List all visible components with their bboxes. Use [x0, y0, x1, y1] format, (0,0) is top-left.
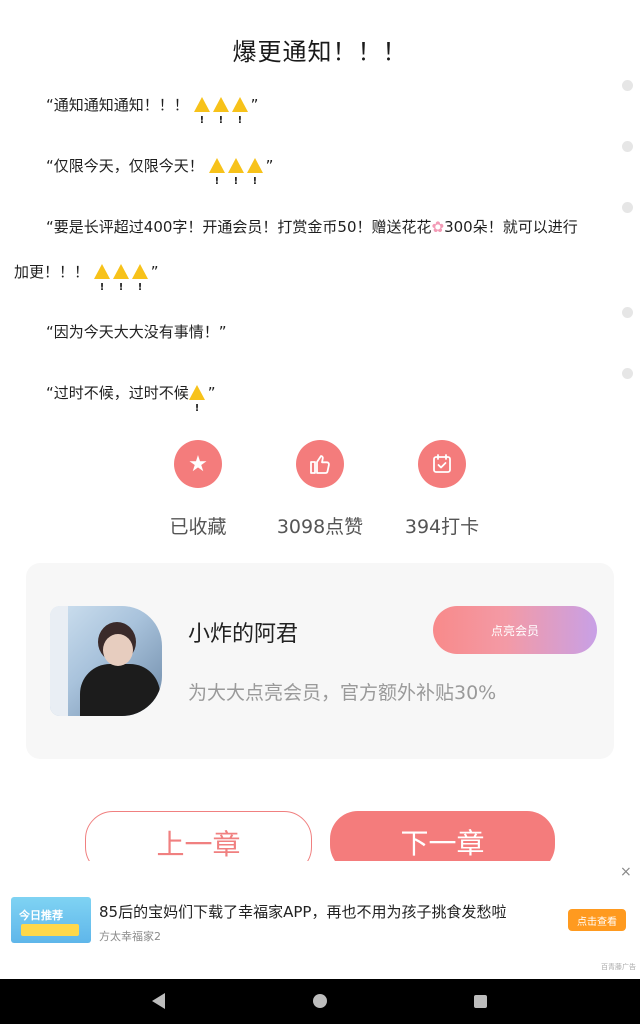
paragraph-1-close: ” — [250, 96, 259, 114]
checkin-count-label: 394打卡 — [404, 516, 480, 538]
paragraph-4: “因为今天大大没有事情！” — [14, 310, 640, 355]
calendar-check-icon — [418, 440, 466, 488]
recents-icon[interactable] — [474, 995, 487, 1008]
ad-thumbnail[interactable]: 今日推荐 — [11, 897, 91, 943]
warning-icon — [231, 97, 248, 143]
author-name: 小炸的阿君 — [188, 622, 299, 647]
paragraph-3: “要是长评超过400字！开通会员！打赏金币50！赠送花花✿300朵！就可以进行 … — [14, 205, 614, 310]
paragraph-3-text-c: 加更！！！ — [14, 263, 90, 281]
checkin-action[interactable]: 394打卡 — [372, 440, 512, 539]
paragraph-2-close: ” — [265, 157, 274, 175]
like-action[interactable]: 3098点赞 — [250, 440, 390, 539]
warning-icon — [208, 158, 225, 204]
warning-icon — [227, 158, 244, 204]
warning-icon — [188, 385, 205, 431]
avatar[interactable] — [50, 606, 162, 716]
scroll-indicator-dot — [622, 368, 633, 379]
paragraph-4-text: “因为今天大大没有事情！” — [46, 323, 227, 341]
paragraph-3-close: ” — [150, 263, 159, 281]
warning-icon — [193, 97, 210, 143]
back-icon[interactable] — [152, 993, 165, 1009]
scroll-indicator-dot — [622, 80, 633, 91]
paragraph-5: “过时不候，过时不候 ” — [14, 371, 640, 431]
ad-close-icon[interactable]: × — [620, 864, 632, 880]
warning-icon — [212, 97, 229, 143]
article-title: 爆更通知！！！ — [232, 38, 408, 66]
scroll-indicator-dot — [622, 307, 633, 318]
collect-action[interactable]: ★ 已收藏 — [128, 440, 268, 539]
ad-tag: 百青藤广告 — [601, 963, 636, 971]
paragraph-3-line-1: “要是长评超过400字！开通会员！打赏金币50！赠送花花✿300朵！就可以进行 — [14, 205, 614, 250]
ad-text[interactable]: 85后的宝妈们下载了幸福家APP，再也不用为孩子挑食发愁啦 — [99, 901, 506, 922]
paragraph-5-close: ” — [207, 384, 216, 402]
collect-label: 已收藏 — [169, 516, 227, 538]
thumbs-up-icon — [296, 440, 344, 488]
ad-thumb-title: 今日推荐 — [19, 909, 63, 922]
vip-button[interactable]: 点亮会员 — [433, 606, 597, 654]
paragraph-1-text: “通知通知通知！！！ — [46, 96, 189, 114]
warning-icon — [246, 158, 263, 204]
scroll-indicator-dot — [622, 141, 633, 152]
scroll-indicator-dot — [622, 202, 633, 213]
cherry-blossom-icon: ✿ — [431, 218, 445, 236]
paragraph-2: “仅限今天，仅限今天！ ” — [14, 144, 640, 204]
paragraph-3-text-b: 300朵！就可以进行 — [444, 218, 578, 236]
author-subtitle: 为大大点亮会员，官方额外补贴30% — [188, 682, 497, 704]
home-icon[interactable] — [313, 994, 327, 1008]
warning-icon — [93, 264, 110, 310]
paragraph-3-line-2: 加更！！！ ” — [14, 250, 614, 310]
like-count-label: 3098点赞 — [276, 516, 364, 538]
warning-icon — [112, 264, 129, 310]
paragraph-5-text: “过时不候，过时不候 — [46, 384, 189, 402]
paragraph-1: “通知通知通知！！！ ” — [14, 83, 640, 143]
ad-source: 方太幸福家2 — [99, 930, 161, 943]
ad-cta-button[interactable]: 点击查看 — [568, 909, 626, 931]
paragraph-2-text: “仅限今天，仅限今天！ — [46, 157, 204, 175]
star-icon: ★ — [174, 440, 222, 488]
paragraph-3-text-a: “要是长评超过400字！开通会员！打赏金币50！赠送花花 — [46, 218, 432, 236]
warning-icon — [131, 264, 148, 310]
